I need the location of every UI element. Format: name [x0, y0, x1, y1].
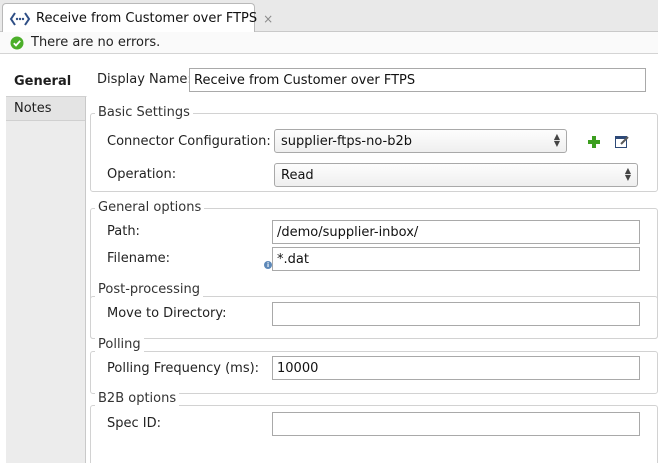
editor-tab[interactable]: Receive from Customer over FTPS × [2, 3, 273, 33]
connector-config-select[interactable]: supplier-ftps-no-b2b ▲ ▼ [274, 129, 567, 153]
polling-title: Polling [95, 337, 144, 352]
general-options-title: General options [95, 200, 205, 215]
tab-general-label: General [14, 73, 72, 89]
b2b-options-title: B2B options [95, 391, 180, 406]
polling-frequency-label: Polling Frequency (ms): [107, 361, 260, 376]
edit-icon[interactable] [614, 133, 630, 149]
connector-config-label: Connector Configuration: [107, 134, 271, 149]
spec-id-field[interactable] [272, 412, 640, 436]
endpoint-icon [9, 11, 31, 27]
add-icon[interactable] [586, 134, 602, 150]
operation-value: Read [281, 167, 314, 183]
spec-id-label: Spec ID: [107, 416, 162, 431]
basic-settings-title: Basic Settings [95, 105, 193, 120]
spinner-arrows-icon: ▲ ▼ [553, 132, 560, 148]
tab-notes[interactable]: Notes [6, 97, 85, 121]
tab-general[interactable]: General [6, 66, 87, 97]
post-processing-title: Post-processing [95, 282, 203, 297]
tab-title: Receive from Customer over FTPS [36, 11, 258, 26]
operation-label: Operation: [107, 167, 177, 182]
close-icon[interactable]: × [263, 12, 273, 26]
path-field[interactable]: /demo/supplier-inbox/ [272, 220, 640, 244]
operation-select[interactable]: Read ▲ ▼ [274, 163, 638, 187]
editor-tab-bar: Receive from Customer over FTPS × [0, 0, 658, 33]
filename-field[interactable]: *.dat [272, 247, 640, 271]
check-circle-icon [10, 36, 24, 50]
validation-status: There are no errors. [0, 32, 658, 54]
move-to-directory-label: Move to Directory: [107, 306, 227, 321]
display-name-label: Display Name: [97, 72, 192, 87]
filename-label: Filename: [107, 251, 171, 266]
polling-frequency-field[interactable]: 10000 [272, 356, 640, 380]
display-name-field[interactable]: Receive from Customer over FTPS [189, 68, 646, 92]
sidebar: General Notes [6, 66, 87, 463]
move-to-directory-field[interactable] [272, 302, 640, 326]
tab-notes-label: Notes [14, 101, 52, 116]
path-label: Path: [107, 224, 140, 239]
connector-config-value: supplier-ftps-no-b2b [281, 133, 413, 149]
spinner-arrows-icon: ▲ ▼ [624, 166, 631, 182]
info-icon: i [264, 261, 272, 269]
properties-panel: Display Name: Receive from Customer over… [88, 66, 658, 463]
status-text: There are no errors. [31, 35, 161, 50]
